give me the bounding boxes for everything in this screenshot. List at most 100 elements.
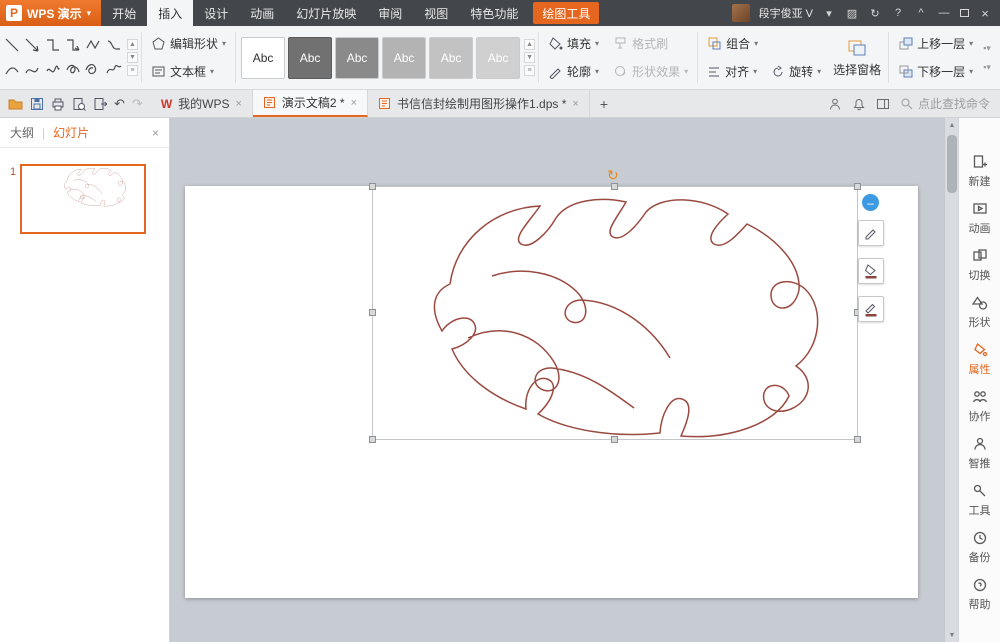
quick-edit-shape-button[interactable] xyxy=(858,220,884,246)
doc-tab-my-wps[interactable]: W 我的WPS × xyxy=(151,90,253,117)
freeform-shape[interactable] xyxy=(83,58,103,84)
more-layer-down-icon[interactable]: ▪▾ xyxy=(983,62,991,73)
print-preview-icon[interactable] xyxy=(72,97,86,111)
selection-handle[interactable] xyxy=(854,183,861,190)
style-down-icon[interactable]: ▼ xyxy=(524,52,535,63)
step-shape[interactable] xyxy=(104,32,124,58)
scroll-down-icon[interactable]: ▼ xyxy=(945,628,958,642)
gallery-down-icon[interactable]: ▼ xyxy=(127,52,138,63)
export-icon[interactable] xyxy=(93,97,107,111)
selection-handle[interactable] xyxy=(369,436,376,443)
edit-shape-button[interactable]: 编辑形状▾ xyxy=(148,33,229,55)
scroll-up-icon[interactable]: ▲ xyxy=(945,118,958,132)
selection-handle[interactable] xyxy=(854,436,861,443)
outline-button[interactable]: 轮廓▾ xyxy=(545,61,602,83)
group-button[interactable]: 组合▾ xyxy=(704,33,824,55)
close-button[interactable]: × xyxy=(978,6,992,21)
align-button[interactable]: 对齐▾ xyxy=(704,61,760,83)
user-name[interactable]: 段宇俊亚 V xyxy=(759,5,813,21)
selection-handle[interactable] xyxy=(369,183,376,190)
s-curve-shape[interactable] xyxy=(22,58,42,84)
fill-button[interactable]: 填充▾ xyxy=(545,33,602,55)
shape-style-1[interactable]: Abc xyxy=(241,37,285,79)
collapse-quick-tools-button[interactable]: – xyxy=(862,194,879,211)
arc-shape[interactable] xyxy=(2,58,22,84)
close-panel-icon[interactable]: × xyxy=(152,126,159,140)
tab-home[interactable]: 开始 xyxy=(101,0,147,26)
quick-fill-button[interactable] xyxy=(858,258,884,284)
collapse-ribbon-icon[interactable]: ^ xyxy=(914,7,928,19)
open-folder-icon[interactable] xyxy=(8,97,23,111)
rotate-button[interactable]: 旋转▾ xyxy=(768,61,824,83)
tab-drawing-tools[interactable]: 绘图工具 xyxy=(533,2,599,24)
sidebar-item-new[interactable]: 新建 xyxy=(959,148,1000,195)
outline-tab[interactable]: 大纲 xyxy=(10,124,34,141)
minimize-button[interactable]: — xyxy=(937,7,951,19)
tab-special-features[interactable]: 特色功能 xyxy=(459,0,529,26)
editing-canvas[interactable]: ↻ – ▲ ▼ xyxy=(170,118,958,642)
scribble-shape[interactable] xyxy=(104,58,124,84)
rotation-handle[interactable]: ↻ xyxy=(607,168,619,182)
sync-icon[interactable]: ↻ xyxy=(868,7,882,20)
loop-shape[interactable] xyxy=(63,58,83,84)
share-icon[interactable] xyxy=(828,97,842,111)
help-icon[interactable]: ? xyxy=(891,7,905,19)
shape-style-2[interactable]: Abc xyxy=(288,37,332,79)
skin-icon[interactable]: ▨ xyxy=(845,7,859,20)
sidebar-item-collaboration[interactable]: 协作 xyxy=(959,383,1000,430)
doc-tab-letter-envelope[interactable]: 书信信封绘制用图形操作1.dps * × xyxy=(368,90,590,117)
selection-handle[interactable] xyxy=(611,183,618,190)
tab-slideshow[interactable]: 幻灯片放映 xyxy=(285,0,367,26)
sidebar-item-shapes[interactable]: 形状 xyxy=(959,289,1000,336)
chevron-down-icon[interactable]: ▾ xyxy=(822,7,836,20)
gallery-up-icon[interactable]: ▲ xyxy=(127,39,138,50)
sidebar-item-tools[interactable]: 工具 xyxy=(959,477,1000,524)
shape-style-5[interactable]: Abc xyxy=(429,37,473,79)
elbow-connector-shape[interactable] xyxy=(43,32,63,58)
tab-review[interactable]: 审阅 xyxy=(367,0,413,26)
style-up-icon[interactable]: ▲ xyxy=(524,39,535,50)
line-shape[interactable] xyxy=(2,32,22,58)
bring-forward-button[interactable]: 上移一层▾ xyxy=(895,33,976,55)
quick-outline-button[interactable] xyxy=(858,296,884,322)
arrow-shape[interactable] xyxy=(22,32,42,58)
panel-layout-icon[interactable] xyxy=(876,97,890,111)
shape-selection-box[interactable]: ↻ xyxy=(372,186,858,440)
tab-insert[interactable]: 插入 xyxy=(147,0,193,26)
undo-icon[interactable]: ↶ xyxy=(114,96,125,112)
style-more-icon[interactable]: ≡ xyxy=(524,65,535,76)
more-layer-up-icon[interactable]: ▪▾ xyxy=(983,43,991,54)
selection-handle[interactable] xyxy=(611,436,618,443)
save-icon[interactable] xyxy=(30,97,44,111)
shape-effects-button[interactable]: 形状效果▾ xyxy=(610,61,691,83)
app-menu-button[interactable]: P WPS 演示 ▾ xyxy=(0,0,101,26)
sidebar-item-animation[interactable]: 动画 xyxy=(959,195,1000,242)
shape-style-3[interactable]: Abc xyxy=(335,37,379,79)
close-tab-icon[interactable]: × xyxy=(572,98,578,110)
shape-style-4[interactable]: Abc xyxy=(382,37,426,79)
command-search[interactable]: 点此查找命令 xyxy=(900,95,990,112)
slide-1-thumbnail[interactable] xyxy=(20,164,146,234)
text-box-button[interactable]: 文本框▾ xyxy=(148,61,229,83)
selection-pane-button[interactable]: 选择窗格 xyxy=(828,26,886,89)
format-painter-button[interactable]: 格式刷 xyxy=(610,33,691,55)
sidebar-item-properties[interactable]: 属性 xyxy=(959,336,1000,383)
slides-tab[interactable]: 幻灯片 xyxy=(53,124,89,141)
tab-animation[interactable]: 动画 xyxy=(239,0,285,26)
elbow-arrow-shape[interactable] xyxy=(63,32,83,58)
print-icon[interactable] xyxy=(51,97,65,111)
tab-design[interactable]: 设计 xyxy=(193,0,239,26)
shape-style-6[interactable]: Abc xyxy=(476,37,520,79)
new-tab-button[interactable]: + xyxy=(590,90,618,117)
selection-handle[interactable] xyxy=(369,309,376,316)
redo-icon[interactable]: ↷ xyxy=(132,96,143,112)
sidebar-item-backup[interactable]: 备份 xyxy=(959,524,1000,571)
wave-shape[interactable] xyxy=(43,58,63,84)
sidebar-item-help[interactable]: 帮助 xyxy=(959,571,1000,618)
scrollbar-thumb[interactable] xyxy=(947,135,957,193)
send-backward-button[interactable]: 下移一层▾ xyxy=(895,61,976,83)
close-tab-icon[interactable]: × xyxy=(235,98,241,110)
restore-button[interactable] xyxy=(960,9,969,17)
zigzag-shape[interactable] xyxy=(83,32,103,58)
sidebar-item-smart[interactable]: 智推 xyxy=(959,430,1000,477)
